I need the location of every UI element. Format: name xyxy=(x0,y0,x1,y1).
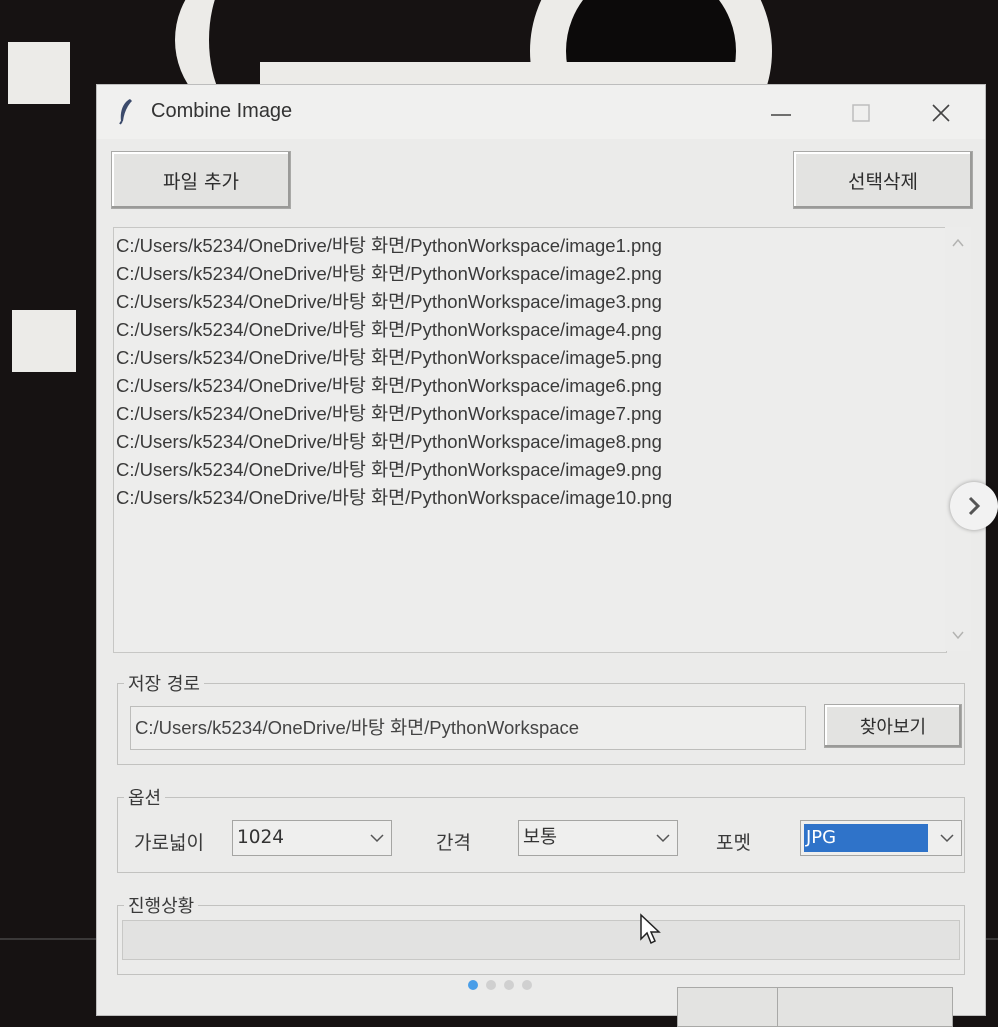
background-bar xyxy=(260,62,760,86)
list-item[interactable]: C:/Users/k5234/OneDrive/바탕 화면/PythonWork… xyxy=(114,344,946,372)
save-path-field[interactable]: C:/Users/k5234/OneDrive/바탕 화면/PythonWork… xyxy=(130,706,806,750)
gap-value: 보통 xyxy=(523,827,558,848)
width-value: 1024 xyxy=(237,827,285,848)
list-item[interactable]: C:/Users/k5234/OneDrive/바탕 화면/PythonWork… xyxy=(114,400,946,428)
chevron-down-icon[interactable] xyxy=(939,830,955,846)
carousel-dot[interactable] xyxy=(504,980,514,990)
chevron-right-icon xyxy=(968,496,981,516)
carousel-dot[interactable] xyxy=(522,980,532,990)
list-item[interactable]: C:/Users/k5234/OneDrive/바탕 화면/PythonWork… xyxy=(114,372,946,400)
list-item[interactable]: C:/Users/k5234/OneDrive/바탕 화면/PythonWork… xyxy=(114,456,946,484)
add-file-label: 파일 추가 xyxy=(163,170,239,193)
delete-selected-label: 선택삭제 xyxy=(848,170,918,193)
options-group: 옵션 가로넓이 1024 간격 보통 포멧 JPG xyxy=(117,784,965,873)
list-item[interactable]: C:/Users/k5234/OneDrive/바탕 화면/PythonWork… xyxy=(114,428,946,456)
list-item[interactable]: C:/Users/k5234/OneDrive/바탕 화면/PythonWork… xyxy=(114,484,946,512)
progress-group: 진행상황 xyxy=(117,892,965,975)
chevron-down-icon[interactable] xyxy=(369,830,385,846)
scroll-down-icon[interactable] xyxy=(950,627,966,643)
browse-label: 찾아보기 xyxy=(859,717,927,738)
mouse-pointer-icon xyxy=(640,913,661,945)
width-select[interactable]: 1024 xyxy=(232,820,392,856)
width-label: 가로넓이 xyxy=(134,832,204,854)
window-title: Combine Image xyxy=(151,100,293,122)
chevron-down-icon[interactable] xyxy=(655,830,671,846)
background-square xyxy=(12,310,76,372)
format-label: 포멧 xyxy=(716,832,751,854)
carousel-dot[interactable] xyxy=(486,980,496,990)
list-scrollbar[interactable] xyxy=(945,227,971,651)
browse-button[interactable]: 찾아보기 xyxy=(824,704,962,748)
list-item[interactable]: C:/Users/k5234/OneDrive/바탕 화면/PythonWork… xyxy=(114,260,946,288)
save-path-group: 저장 경로 C:/Users/k5234/OneDrive/바탕 화면/Pyth… xyxy=(117,670,965,765)
maximize-icon[interactable] xyxy=(837,93,885,133)
carousel-dots xyxy=(468,980,532,990)
combine-image-window: Combine Image 파일 추가 선택삭제 C:/Users/k5234/… xyxy=(96,84,986,1027)
progress-group-label: 진행상황 xyxy=(124,892,199,918)
add-file-button[interactable]: 파일 추가 xyxy=(111,151,291,209)
delete-selected-button[interactable]: 선택삭제 xyxy=(793,151,973,209)
list-item[interactable]: C:/Users/k5234/OneDrive/바탕 화면/PythonWork… xyxy=(114,232,946,260)
close-button[interactable] xyxy=(777,987,953,1027)
next-slide-button[interactable] xyxy=(950,482,998,530)
gap-select[interactable]: 보통 xyxy=(518,820,678,856)
save-path-group-label: 저장 경로 xyxy=(124,670,204,696)
format-select[interactable]: JPG xyxy=(800,820,962,856)
format-value: JPG xyxy=(804,824,928,852)
minimize-icon[interactable] xyxy=(757,93,805,133)
list-item[interactable]: C:/Users/k5234/OneDrive/바탕 화면/PythonWork… xyxy=(114,288,946,316)
carousel-dot[interactable] xyxy=(468,980,478,990)
feather-icon xyxy=(119,99,132,125)
progress-bar xyxy=(122,920,960,960)
scroll-up-icon[interactable] xyxy=(950,235,966,251)
close-icon[interactable] xyxy=(917,93,965,133)
options-group-label: 옵션 xyxy=(124,784,166,810)
file-listbox[interactable]: C:/Users/k5234/OneDrive/바탕 화면/PythonWork… xyxy=(113,227,947,653)
background-square xyxy=(8,42,70,104)
title-bar[interactable]: Combine Image xyxy=(97,85,985,139)
gap-label: 간격 xyxy=(436,832,471,854)
list-item[interactable]: C:/Users/k5234/OneDrive/바탕 화면/PythonWork… xyxy=(114,316,946,344)
